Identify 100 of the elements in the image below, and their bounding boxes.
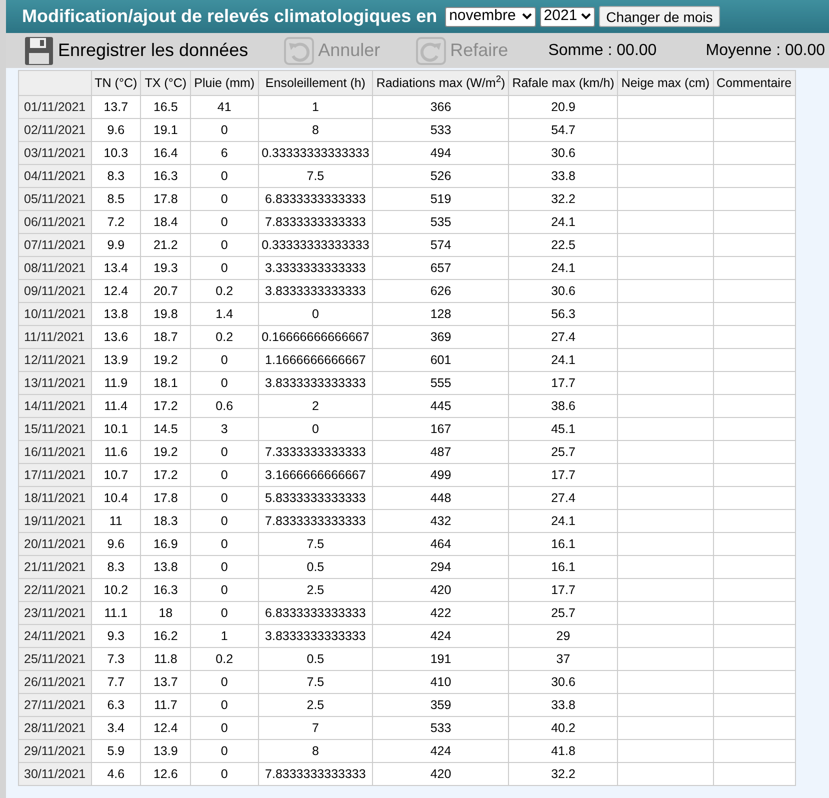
table-cell: 0.5 <box>258 648 373 670</box>
table-cell: 6.3 <box>91 694 141 716</box>
date-cell: 22/11/2021 <box>18 578 92 602</box>
table-cell: 7.8333333333333 <box>258 510 373 532</box>
table-cell: 0 <box>190 188 258 210</box>
column-header: Ensoleillement (h) <box>258 70 373 96</box>
date-cell: 19/11/2021 <box>18 510 92 532</box>
save-button[interactable]: Enregistrer les données <box>24 36 248 66</box>
table-cell: 1.4 <box>190 302 258 326</box>
table-cell: 7.5 <box>258 164 373 188</box>
table-cell: 19.3 <box>140 256 191 280</box>
table-cell: 424 <box>372 624 509 648</box>
table-cell: 0 <box>190 464 258 486</box>
table-cell: 16.3 <box>140 578 191 602</box>
table-cell: 16.1 <box>508 532 618 556</box>
table-cell: 24.1 <box>508 256 618 280</box>
table-cell: 2 <box>258 394 373 418</box>
average-label: Moyenne : 00.00 <box>706 40 825 60</box>
table-cell: 17.8 <box>140 486 191 510</box>
table-cell: 555 <box>372 372 509 394</box>
table-cell: 24.1 <box>508 348 618 372</box>
table-cell: 294 <box>372 556 509 578</box>
table-cell: 18.1 <box>140 372 191 394</box>
sum-label: Somme : 00.00 <box>548 40 657 60</box>
table-cell: 1 <box>190 624 258 648</box>
table-cell: 12.4 <box>140 716 191 740</box>
table-cell: 0 <box>190 694 258 716</box>
table-cell: 13.6 <box>91 326 141 348</box>
date-cell: 14/11/2021 <box>18 394 92 418</box>
table-cell: 13.4 <box>91 256 141 280</box>
date-cell: 07/11/2021 <box>18 234 92 256</box>
table-cell: 7.7 <box>91 670 141 694</box>
table-cell: 0.6 <box>190 394 258 418</box>
table-cell: 16.1 <box>508 556 618 578</box>
column-header: TN (°C) <box>91 70 141 96</box>
table-cell: 1 <box>258 96 373 118</box>
date-cell: 27/11/2021 <box>18 694 92 716</box>
table-cell: 27.4 <box>508 486 618 510</box>
table-cell: 0.33333333333333 <box>258 234 373 256</box>
table-cell: 21.2 <box>140 234 191 256</box>
table-cell: 3.8333333333333 <box>258 372 373 394</box>
year-select[interactable]: 2021 <box>540 6 596 26</box>
table-cell: 56.3 <box>508 302 618 326</box>
table-cell: 10.2 <box>91 578 141 602</box>
column-header: Radiations max (W/m$^{2}$) <box>372 70 509 96</box>
table-cell: 494 <box>372 142 509 164</box>
date-cell: 10/11/2021 <box>18 302 92 326</box>
change-month-button[interactable]: Changer de mois <box>599 6 720 27</box>
table-cell: 41 <box>190 96 258 118</box>
table-cell: 535 <box>372 210 509 234</box>
table-cell: 3.4 <box>91 716 141 740</box>
table-cell: 0 <box>190 740 258 762</box>
table-cell: 574 <box>372 234 509 256</box>
table-cell: 29 <box>508 624 618 648</box>
table-cell: 33.8 <box>508 694 618 716</box>
date-cell: 06/11/2021 <box>18 210 92 234</box>
page-title: Modification/ajout de relevés climatologiques en <box>22 5 438 28</box>
table-cell: 16.4 <box>140 142 191 164</box>
table-cell: 25.7 <box>508 440 618 464</box>
table-cell: 533 <box>372 716 509 740</box>
table-cell: 0.2 <box>190 326 258 348</box>
table-cell: 167 <box>372 418 509 440</box>
date-cell: 15/11/2021 <box>18 418 92 440</box>
table-cell: 12.4 <box>91 280 141 302</box>
table-cell: 422 <box>372 602 509 624</box>
date-cell: 18/11/2021 <box>18 486 92 510</box>
table-cell: 11.6 <box>91 440 141 464</box>
date-cell: 26/11/2021 <box>18 670 92 694</box>
date-cell: 08/11/2021 <box>18 256 92 280</box>
table-cell: 601 <box>372 348 509 372</box>
table-cell: 4.6 <box>91 762 141 786</box>
table-cell: 18.4 <box>140 210 191 234</box>
table-cell: 128 <box>372 302 509 326</box>
table-cell: 17.7 <box>508 578 618 602</box>
table-cell: 7.3333333333333 <box>258 440 373 464</box>
table-cell: 8.3 <box>91 556 141 578</box>
date-cell: 21/11/2021 <box>18 556 92 578</box>
redo-icon <box>416 36 446 64</box>
column-header: TX (°C) <box>140 70 191 96</box>
month-select[interactable]: novembre <box>445 6 536 26</box>
table-cell: 0.5 <box>258 556 373 578</box>
table-cell: 2.5 <box>258 694 373 716</box>
table-cell: 448 <box>372 486 509 510</box>
table-cell: 24.1 <box>508 510 618 532</box>
date-cell: 13/11/2021 <box>18 372 92 394</box>
table-cell: 13.9 <box>140 740 191 762</box>
table-cell: 13.7 <box>140 670 191 694</box>
table-cell: 20.9 <box>508 96 618 118</box>
table-cell: 10.3 <box>91 142 141 164</box>
table-cell: 9.6 <box>91 118 141 142</box>
table-cell: 7.5 <box>258 670 373 694</box>
date-cell: 28/11/2021 <box>18 716 92 740</box>
table-cell: 18.3 <box>140 510 191 532</box>
table-cell: 519 <box>372 188 509 210</box>
table-cell: 5.9 <box>91 740 141 762</box>
table-cell: 487 <box>372 440 509 464</box>
table-cell: 464 <box>372 532 509 556</box>
table-cell: 0 <box>190 164 258 188</box>
table-cell: 17.2 <box>140 394 191 418</box>
date-cell: 20/11/2021 <box>18 532 92 556</box>
